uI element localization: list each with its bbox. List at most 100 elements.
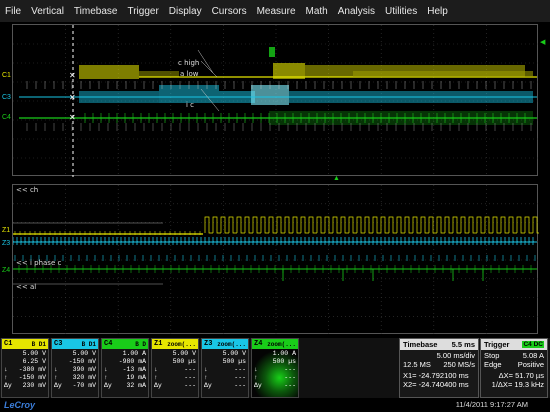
channel-row: Δy 32 mA <box>104 382 146 390</box>
channel-badge: B D1 <box>81 340 96 348</box>
cursor-dx: ΔX= 51.70 µs <box>498 371 544 380</box>
channel-row: ↑ 19 mA <box>104 374 146 382</box>
row-key: Δy <box>54 382 62 389</box>
channel-badge: B D <box>135 340 146 348</box>
row-value: 6.25 V <box>22 358 46 365</box>
c4-trace-label: C4 <box>2 114 11 121</box>
row-key: ↑ <box>104 374 108 381</box>
row-key: Δy <box>154 382 162 389</box>
menu-analysis[interactable]: Analysis <box>333 6 380 17</box>
timebase-samples: 12.5 MS <box>403 360 431 369</box>
menu-timebase[interactable]: Timebase <box>69 6 123 17</box>
z1-pulse <box>316 216 325 234</box>
channel-panel-z3[interactable]: Z3 zoom(... 5.00 V 500 µs ↓ --- ↑ --- Δy --- <box>201 338 249 398</box>
c1-trace-label: C1 <box>2 72 11 79</box>
menu-utilities[interactable]: Utilities <box>380 6 422 17</box>
row-key: ↓ <box>154 366 158 373</box>
z1-pulse <box>332 216 341 234</box>
z4-trace-label: Z4 <box>2 267 11 274</box>
channel-header: Z4 zoom(... <box>252 339 298 349</box>
annotation-a-low: a low <box>180 70 199 78</box>
bottom-grid-svg <box>13 185 539 335</box>
annotation-leader <box>197 49 214 74</box>
menu-vertical[interactable]: Vertical <box>26 6 69 17</box>
menu-help[interactable]: Help <box>422 6 453 17</box>
channel-panel-c1[interactable]: C1 B D1 5.00 V 6.25 V ↓ -380 mV ↑ -150 mV Δy 230 … <box>1 338 49 398</box>
channel-row: 1.00 A <box>104 350 146 358</box>
row-key: ↓ <box>104 366 108 373</box>
row-value: --- <box>184 374 196 381</box>
channel-badge: zoom(... <box>267 340 296 348</box>
z1-pulse <box>356 216 365 234</box>
zoom-label-phase-c: << i phase c <box>16 259 62 267</box>
row-value: --- <box>284 374 296 381</box>
c3-trace-label: C3 <box>2 94 11 101</box>
row-value: 1.00 A <box>272 350 296 357</box>
z1-pulse <box>372 216 381 234</box>
timebase-panel[interactable]: Timebase 5.5 ms 5.00 ms/div 12.5 MS 250 M… <box>399 338 479 398</box>
z1-pulse <box>452 216 461 234</box>
row-value: 230 mV <box>22 382 46 389</box>
row-key: ↑ <box>4 374 8 381</box>
menu-file[interactable]: File <box>0 6 26 17</box>
menu-display[interactable]: Display <box>164 6 207 17</box>
cursor-marker: ✕ <box>69 71 76 80</box>
timebase-rate: 250 MS/s <box>443 360 475 369</box>
lecroy-logo[interactable]: LeCroy <box>4 400 35 410</box>
channel-id: Z4 <box>254 340 263 348</box>
z1-trace-label: Z1 <box>2 227 11 234</box>
cursor-x2: X2= -24.740400 ms <box>403 380 469 389</box>
z1-pulse <box>260 216 269 234</box>
z1-pulse <box>380 216 389 234</box>
row-value: 19 mA <box>126 374 146 381</box>
channel-row: ↑ --- <box>254 374 296 382</box>
channel-panel-c4[interactable]: C4 B D 1.00 A -980 mA ↓ -13 mA ↑ 19 mA Δy 32 mA <box>101 338 149 398</box>
channel-row: ↓ --- <box>254 366 296 374</box>
z1-pulse <box>412 216 421 234</box>
annotation-leader <box>200 60 218 78</box>
row-value: 320 mV <box>72 374 96 381</box>
channel-panel-z4[interactable]: Z4 zoom(... 1.00 A 500 µs ↓ --- ↑ --- Δy --- <box>251 338 299 398</box>
channel-row: 500 µs <box>204 358 246 366</box>
row-key: ↓ <box>204 366 208 373</box>
z1-pulse <box>460 216 469 234</box>
channel-panel-c3[interactable]: C3 B D1 5.00 V -150 mV ↓ 390 mV ↑ 320 mV Δy -70 m… <box>51 338 99 398</box>
z1-pulse <box>404 216 413 234</box>
z1-pulse <box>300 216 309 234</box>
menu-measure[interactable]: Measure <box>252 6 301 17</box>
top-grid[interactable]: ✕ ✕ ✕ <box>12 24 539 177</box>
row-key: ↑ <box>54 374 58 381</box>
channel-panel-z1[interactable]: Z1 zoom(... 5.00 V 500 µs ↓ --- ↑ --- Δy --- <box>151 338 199 398</box>
trigger-panel[interactable]: Trigger C4 DC Stop 5.08 A Edge Positive ΔX… <box>480 338 548 398</box>
channel-row: ↓ 390 mV <box>54 366 96 374</box>
menu-bar: File Vertical Timebase Trigger Display Cursor… <box>0 0 550 23</box>
bottom-grid[interactable] <box>12 184 539 335</box>
channel-row: 5.00 V <box>4 350 46 358</box>
c1-burst <box>353 71 533 77</box>
timebase-div: 5.00 ms/div <box>436 351 475 360</box>
z1-pulse <box>348 216 357 234</box>
row-value: -150 mV <box>18 374 46 381</box>
menu-cursors[interactable]: Cursors <box>207 6 252 17</box>
z1-pulse <box>388 216 397 234</box>
channel-row: Δy -70 mV <box>54 382 96 390</box>
channel-row: ↓ --- <box>204 366 246 374</box>
z1-pulse <box>476 216 485 234</box>
z1-pulse <box>276 216 285 234</box>
row-value: -380 mV <box>18 366 46 373</box>
z1-pulse <box>428 216 437 234</box>
channel-id: C3 <box>54 340 63 348</box>
channel-row: 1.00 A <box>254 350 296 358</box>
zoom-label-ch: << ch <box>16 186 39 194</box>
menu-trigger[interactable]: Trigger <box>122 6 163 17</box>
row-value: --- <box>234 374 246 381</box>
row-key: ↓ <box>4 366 8 373</box>
menu-math[interactable]: Math <box>301 6 333 17</box>
cursor-marker: ✕ <box>69 113 76 122</box>
channel-id: Z3 <box>204 340 213 348</box>
z1-pulse <box>364 216 373 234</box>
z1-pulse <box>244 216 253 234</box>
row-value: 5.00 V <box>72 350 96 357</box>
channel-badge: zoom(... <box>217 340 246 348</box>
row-value: 5.00 V <box>172 350 196 357</box>
